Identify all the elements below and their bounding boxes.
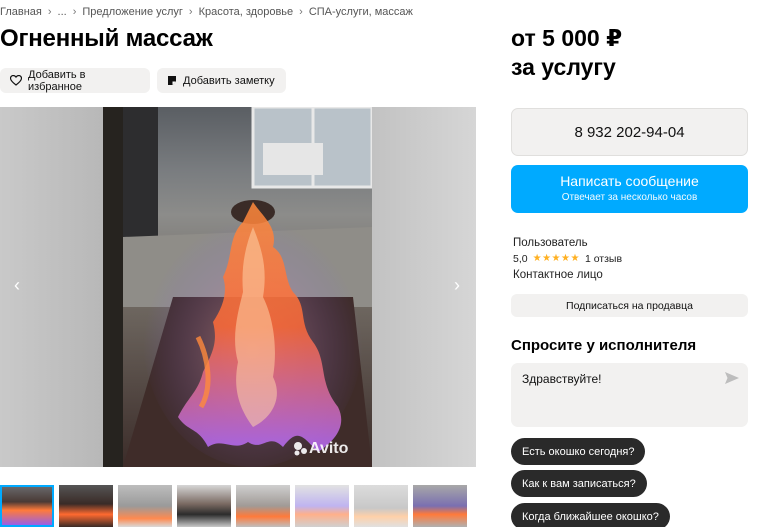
avito-watermark: Avito: [309, 440, 349, 457]
subscribe-button[interactable]: Подписаться на продавца: [511, 294, 748, 317]
thumbnail-strip: [0, 485, 476, 527]
thumbnail[interactable]: [59, 485, 113, 527]
breadcrumb-services[interactable]: Предложение услуг: [82, 6, 183, 18]
rating-value: 5,0: [513, 253, 528, 265]
price-amount: от 5 000 ₽: [511, 25, 623, 51]
breadcrumb: Главная ›... › Предложение услуг › Красота, з…: [0, 6, 413, 18]
seller-name[interactable]: Пользователь: [513, 235, 622, 251]
add-to-favorites-button[interactable]: Добавить в избранное: [0, 68, 150, 93]
main-photo[interactable]: Avito: [103, 107, 372, 467]
breadcrumb-spa[interactable]: СПА-услуги, массаж: [309, 6, 413, 18]
seller-rating: 5,0 ★★★★★ 1 отзыв: [513, 251, 622, 267]
thumbnail[interactable]: [0, 485, 54, 527]
message-button-sublabel: Отвечает за несколько часов: [561, 192, 698, 203]
price: от 5 000 ₽ за услугу: [511, 24, 622, 82]
breadcrumb-home[interactable]: Главная: [0, 6, 42, 18]
chevron-left-icon[interactable]: ‹: [7, 275, 27, 295]
message-input-value: Здравствуйте!: [522, 372, 602, 386]
phone-button[interactable]: 8 932 202-94-04: [511, 108, 748, 156]
star-rating-icon: ★★★★★: [532, 253, 580, 264]
quick-question-label: Есть окошко сегодня?: [522, 445, 635, 458]
message-button-label: Написать сообщение: [560, 173, 699, 189]
breadcrumb-beauty[interactable]: Красота, здоровье: [199, 6, 294, 18]
seller-role: Контактное лицо: [513, 269, 603, 281]
image-gallery[interactable]: Avito: [0, 107, 476, 467]
thumbnail[interactable]: [413, 485, 467, 527]
thumbnail[interactable]: [295, 485, 349, 527]
quick-question-chip[interactable]: Есть окошко сегодня?: [511, 438, 646, 465]
quick-question-chip[interactable]: Как к вам записаться?: [511, 470, 647, 497]
heart-icon: [10, 75, 22, 86]
add-note-button[interactable]: Добавить заметку: [157, 68, 286, 93]
note-icon: [168, 76, 176, 85]
thumbnail[interactable]: [177, 485, 231, 527]
quick-question-chip[interactable]: Когда ближайшее окошко?: [511, 503, 670, 527]
thumbnail[interactable]: [118, 485, 172, 527]
quick-question-label: Как к вам записаться?: [522, 477, 636, 490]
price-unit: за услугу: [511, 54, 616, 80]
reviews-link[interactable]: 1 отзыв: [585, 251, 622, 267]
phone-number: 8 932 202-94-04: [574, 123, 685, 141]
fire-massage-illustration: Avito: [103, 107, 372, 467]
seller-info: Пользователь 5,0 ★★★★★ 1 отзыв Контактно…: [513, 235, 622, 283]
write-message-button[interactable]: Написать сообщение Отвечает за несколько…: [511, 165, 748, 213]
favorite-label: Добавить в избранное: [28, 68, 86, 93]
ask-section-title: Спросите у исполнителя: [511, 337, 697, 354]
chevron-right-icon[interactable]: ›: [447, 275, 467, 295]
subscribe-label: Подписаться на продавца: [566, 299, 693, 312]
quick-question-label: Когда ближайшее окошко?: [522, 510, 659, 523]
thumbnail[interactable]: [236, 485, 290, 527]
send-icon[interactable]: [725, 372, 739, 384]
note-label: Добавить заметку: [183, 74, 275, 87]
message-input[interactable]: Здравствуйте!: [511, 363, 748, 427]
thumbnail[interactable]: [354, 485, 408, 527]
page-title: Огненный массаж: [0, 25, 213, 52]
breadcrumb-ellipsis[interactable]: ...: [58, 6, 67, 18]
